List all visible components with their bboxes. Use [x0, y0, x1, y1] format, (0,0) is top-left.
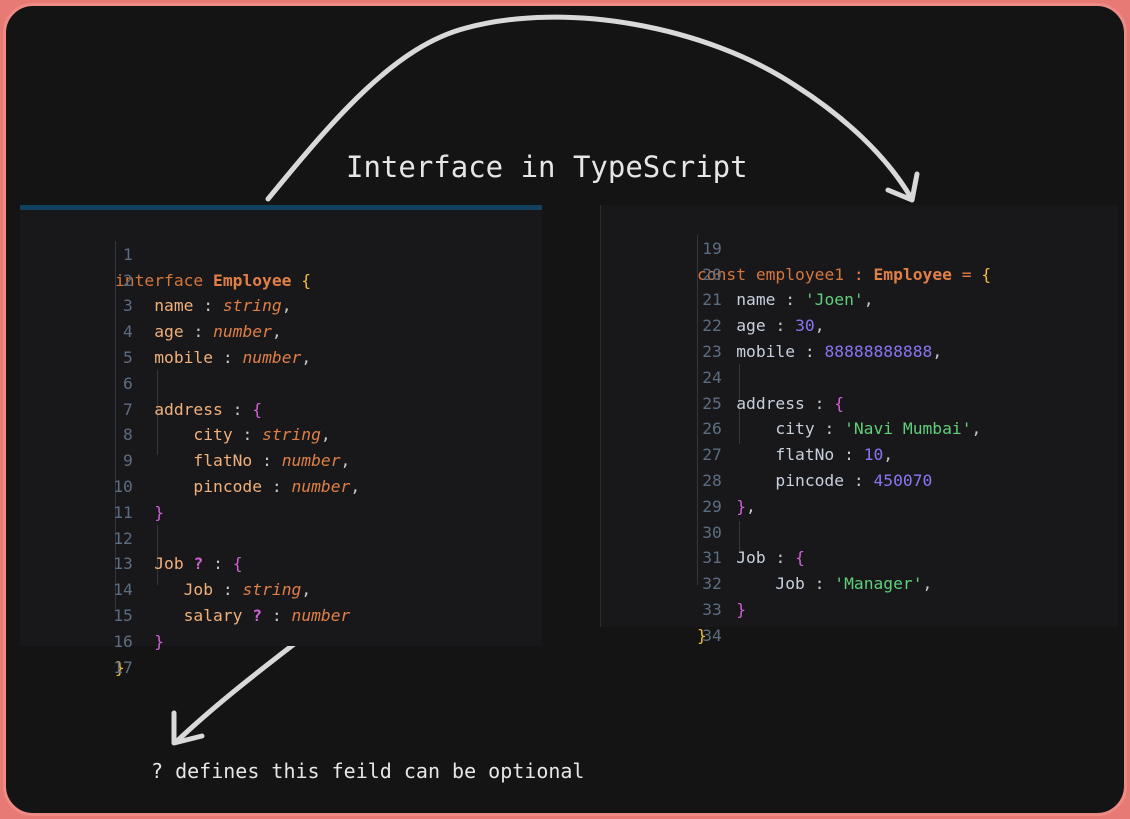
code-line-16: 16 }	[20, 603, 542, 677]
code-line-11: 11	[20, 474, 542, 522]
interface-to-object-arrowhead	[885, 171, 920, 203]
code-line-34: 34	[601, 597, 1118, 645]
code-line-9: 9 pincode : number,	[20, 422, 542, 496]
code-line-8: 8 flatNo : number,	[20, 397, 542, 470]
code-line-20: 20 name : 'Joen',	[601, 236, 1118, 310]
code-line-23: 23	[601, 313, 1118, 361]
diagram-frame: Interface in TypeScript 1 interface Empl…	[3, 3, 1127, 816]
code-line-6: 6 address : {	[20, 345, 542, 419]
code-line-24: 24 address : {	[601, 339, 1118, 413]
interface-code-panel: 1 interface Employee { 2 name : string, …	[20, 205, 542, 677]
code-line-31: 31 Job : 'Manager',	[601, 520, 1118, 593]
code-line-2: 2 name : string,	[20, 242, 542, 316]
code-line-25: 25 city : 'Navi Mumbai',	[601, 365, 1118, 439]
code-line-14: 14 salary ? : number	[20, 551, 542, 625]
code-line-4: 4 mobile : number,	[20, 293, 542, 367]
code-line-22: 22 mobile : 88888888888,	[601, 287, 1118, 361]
code-line-15: 15 }	[20, 577, 542, 651]
code-line-17: 17	[20, 629, 542, 677]
code-line-7: 7 city : string,	[20, 371, 542, 445]
code-line-10: 10 }	[20, 448, 542, 522]
optional-field-arrowhead	[171, 710, 205, 746]
code-line-3: 3 age : number,	[20, 268, 542, 341]
diagram-title: Interface in TypeScript	[346, 150, 748, 184]
code-line-32: 32 }	[601, 545, 1118, 619]
code-line-21: 21 age : 30,	[601, 262, 1118, 335]
code-line-30: 30 Job : {	[601, 494, 1118, 568]
line-number: 34	[702, 625, 722, 645]
code-line-12: 12 Job ? : {	[20, 500, 542, 574]
code-line-5: 5	[20, 319, 542, 367]
code-line-1: 1 interface Employee {	[20, 216, 542, 290]
code-line-27: 27 pincode : 450070	[601, 416, 1118, 490]
code-line-26: 26 flatNo : 10,	[601, 391, 1118, 464]
code-line-28: 28 },	[601, 442, 1118, 516]
line-number: 17	[113, 657, 133, 677]
object-code-panel: 19 const employee1 : Employee = { 20 nam…	[600, 205, 1118, 645]
code-line-19: 19 const employee1 : Employee = {	[601, 210, 1118, 284]
code-line-33: 33 }	[601, 571, 1118, 645]
code-line-13: 13 Job : string,	[20, 526, 542, 599]
optional-field-note: ? defines this feild can be optional	[151, 759, 585, 783]
code-line-29: 29	[601, 468, 1118, 516]
